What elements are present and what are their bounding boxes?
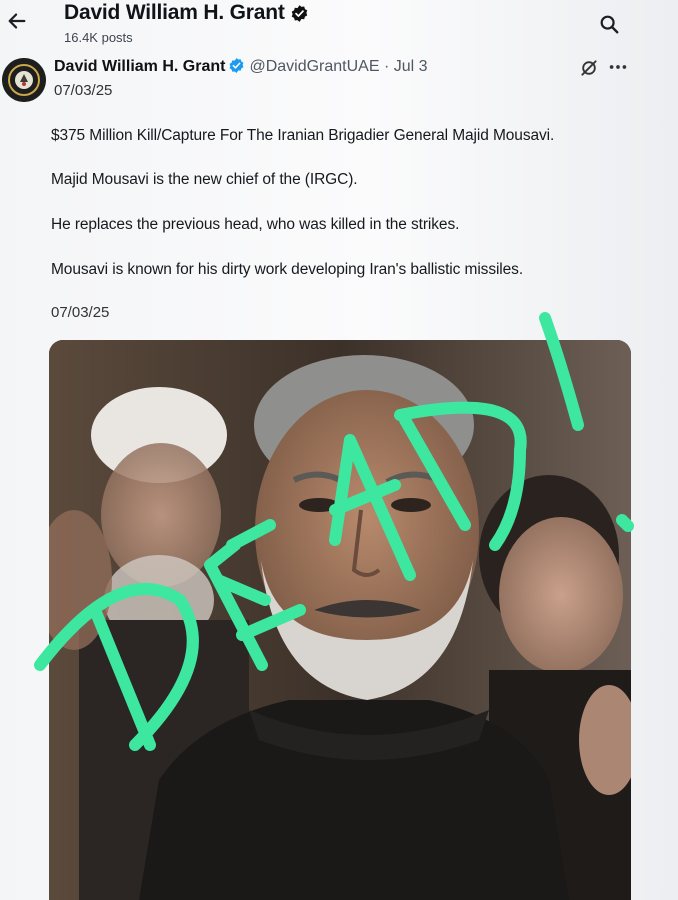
post-author-name[interactable]: David William H. Grant [54, 58, 225, 75]
profile-header: David William H. Grant 16.4K posts [0, 0, 678, 50]
post-media-photo[interactable] [49, 340, 631, 900]
search-icon[interactable] [598, 13, 620, 35]
header-title-text: David William H. Grant [64, 1, 285, 24]
post-date-line: 07/03/25 [54, 82, 113, 99]
grok-icon[interactable] [579, 58, 599, 78]
author-avatar[interactable] [2, 58, 46, 102]
header-title: David William H. Grant [64, 1, 309, 25]
post-text-line-2: Majid Mousavi is the new chief of the (I… [51, 171, 358, 188]
post-handle[interactable]: @DavidGrantUAE [249, 58, 379, 75]
post-time[interactable]: Jul 3 [394, 58, 428, 75]
post-separator: · [383, 58, 390, 75]
post-text-line-3: He replaces the previous head, who was k… [51, 216, 460, 233]
more-options-icon[interactable] [607, 56, 629, 78]
back-arrow-icon[interactable] [6, 10, 28, 32]
verified-badge-icon [290, 4, 309, 23]
post-text-line-4: Mousavi is known for his dirty work deve… [51, 261, 524, 278]
posts-count: 16.4K posts [64, 30, 133, 45]
verified-badge-icon [228, 57, 245, 74]
post-text-line-1: $375 Million Kill/Capture For The Irania… [51, 127, 555, 144]
post-author-line: David William H. Grant @DavidGrantUAE · J… [54, 57, 428, 76]
post-footer-date: 07/03/25 [51, 304, 110, 321]
